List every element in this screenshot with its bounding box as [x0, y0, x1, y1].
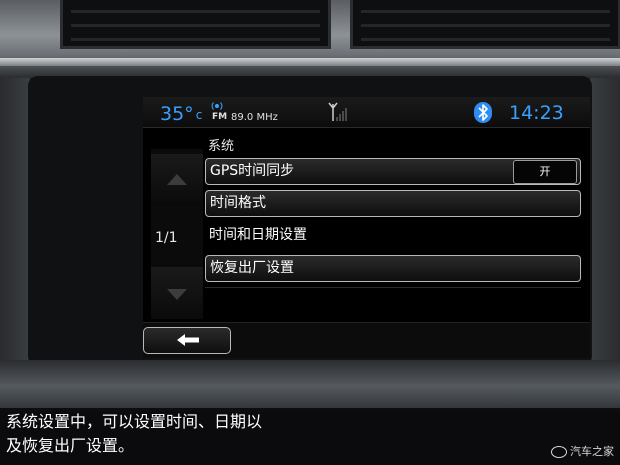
menu-item-label: GPS时间同步 [210, 163, 295, 179]
dashboard-bottom [0, 360, 620, 412]
bottom-bar [143, 322, 590, 358]
clock: 14:23 [509, 102, 564, 124]
left-air-vent [60, 0, 331, 49]
radio-band: FM [212, 112, 228, 122]
menu-item-label: 恢复出厂设置 [210, 260, 294, 276]
status-bar: 35° c FM 89.0 MHz 14:23 [143, 97, 590, 128]
vent-slat [71, 38, 320, 41]
vent-slat [361, 38, 610, 41]
back-arrow-icon [177, 334, 199, 346]
menu-item-factory-reset[interactable]: 恢复出厂设置 [205, 255, 581, 282]
dashboard-left-panel [0, 78, 30, 408]
antenna-signal-icon [328, 102, 347, 121]
page-indicator: 1/1 [155, 230, 178, 246]
scroll-down-button[interactable] [151, 267, 203, 319]
menu-item-time-format[interactable]: 时间格式 [205, 190, 581, 217]
bluetooth-icon [474, 102, 492, 123]
temperature-readout: 35° c [160, 103, 202, 125]
menu-item-label: 时间格式 [210, 195, 266, 211]
right-air-vent [350, 0, 620, 49]
menu-item-gps-time-sync[interactable]: GPS时间同步 开 [205, 158, 581, 185]
vent-slat [71, 24, 320, 27]
photo-caption: 系统设置中，可以设置时间、日期以及恢复出厂设置。 [6, 412, 263, 455]
scroll-up-icon [167, 174, 187, 185]
watermark-logo-icon [551, 446, 567, 458]
gps-sync-toggle[interactable]: 开 [513, 160, 577, 184]
menu-item-time-date-settings[interactable]: 时间和日期设置 [205, 223, 581, 250]
section-title: 系统 [208, 139, 235, 154]
dashboard-right-panel [590, 78, 620, 408]
scroll-down-icon [167, 289, 187, 300]
temperature-unit: c [195, 108, 203, 122]
vent-slat [361, 10, 610, 13]
temperature-value: 35° [160, 103, 194, 125]
infotainment-screen: 35° c FM 89.0 MHz 14:23 系统 1/1 GPS时间同步 开… [143, 97, 590, 358]
back-button[interactable] [143, 327, 231, 354]
watermark: 汽车之家 [551, 443, 614, 459]
list-divider [205, 287, 581, 288]
dashboard-top [0, 0, 620, 78]
menu-item-label: 时间和日期设置 [209, 227, 307, 243]
watermark-text: 汽车之家 [570, 445, 614, 458]
vent-slat [71, 10, 320, 13]
chrome-trim [0, 58, 620, 66]
radio-frequency: 89.0 MHz [231, 112, 278, 123]
vent-slat [361, 24, 610, 27]
scroll-up-button[interactable] [151, 154, 203, 206]
